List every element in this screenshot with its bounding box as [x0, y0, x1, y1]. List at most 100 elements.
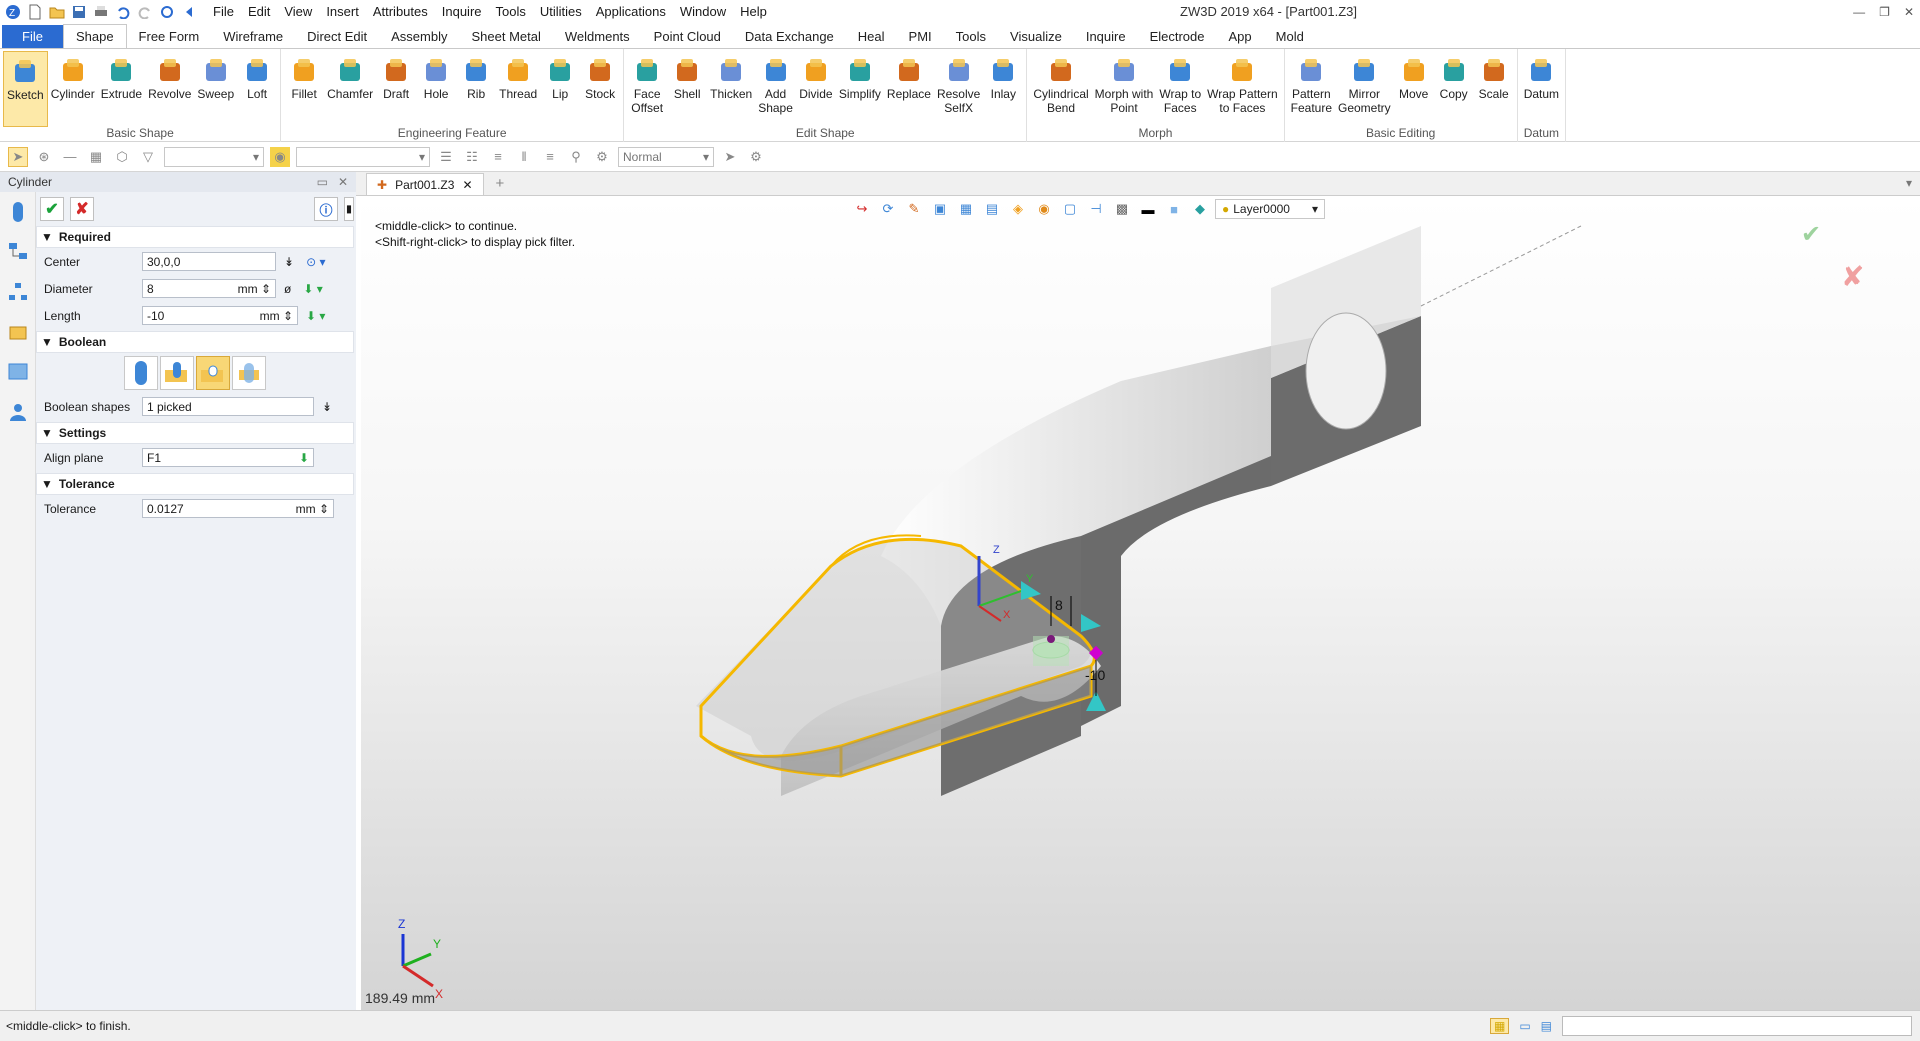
tab-inquire[interactable]: Inquire — [1074, 25, 1138, 49]
tab-list-icon[interactable]: ▾ — [1906, 176, 1912, 190]
scale-button[interactable]: Scale — [1474, 51, 1514, 127]
pin-panel-icon[interactable]: ▮ — [344, 197, 354, 221]
align-plane-field[interactable]: F1 ⬇ — [142, 448, 314, 467]
length-options-icon[interactable]: ⬇ ▾ — [306, 309, 325, 323]
menu-attributes[interactable]: Attributes — [366, 0, 435, 24]
cancel-button[interactable]: ✘ — [70, 197, 94, 221]
dimension-length[interactable]: -10 — [1085, 667, 1105, 683]
info-icon[interactable]: ⓘ — [314, 197, 338, 221]
loft-button[interactable]: Loft — [237, 51, 277, 127]
3d-viewport[interactable]: <middle-click> to continue. <Shift-right… — [361, 196, 1920, 1010]
revolve-button[interactable]: Revolve — [145, 51, 194, 127]
menu-view[interactable]: View — [277, 0, 319, 24]
settings-gear-icon[interactable]: ⚙ — [592, 147, 612, 167]
funnel-icon[interactable]: ▽ — [138, 147, 158, 167]
new-tab-icon[interactable]: + — [496, 175, 505, 192]
boolean-add-icon[interactable] — [160, 356, 194, 390]
dimension-diameter[interactable]: 8 — [1055, 597, 1063, 613]
align-icon[interactable]: ☰ — [436, 147, 456, 167]
hole-button[interactable]: Hole — [416, 51, 456, 127]
tab-heal[interactable]: Heal — [846, 25, 897, 49]
cursor-icon[interactable]: ➤ — [720, 147, 740, 167]
columns-icon[interactable]: ‖ — [514, 147, 534, 167]
wrap-faces-button[interactable]: Wrap to Faces — [1156, 51, 1204, 127]
tab-app[interactable]: App — [1217, 25, 1264, 49]
diameter-symbol-icon[interactable]: ø — [284, 282, 291, 296]
panel-float-icon[interactable]: ▭ — [317, 175, 328, 189]
hexagon-icon[interactable]: ⬡ — [112, 147, 132, 167]
cylinder-tool-icon[interactable] — [0, 192, 36, 232]
diameter-field[interactable]: 8 mm ⇕ — [142, 279, 276, 298]
panel-close-icon[interactable]: ✕ — [338, 175, 348, 189]
tab-weldments[interactable]: Weldments — [553, 25, 642, 49]
replace-button[interactable]: Replace — [884, 51, 934, 127]
boolean-base-icon[interactable] — [124, 356, 158, 390]
tab-direct-edit[interactable]: Direct Edit — [295, 25, 379, 49]
menu-edit[interactable]: Edit — [241, 0, 277, 24]
save-icon[interactable] — [70, 3, 88, 21]
select-pointer-icon[interactable]: ➤ — [8, 146, 28, 167]
tolerance-field[interactable]: 0.0127 mm ⇕ — [142, 499, 334, 518]
divide-button[interactable]: Divide — [796, 51, 836, 127]
history-tree-icon[interactable] — [0, 232, 36, 272]
clamp-part[interactable]: Z X Y — [696, 225, 1582, 796]
tab-visualize[interactable]: Visualize — [998, 25, 1074, 49]
chamfer-button[interactable]: Chamfer — [324, 51, 376, 127]
filter-icon[interactable]: ⊛ — [34, 147, 54, 167]
smart-pick-icon[interactable]: ◉ — [270, 146, 290, 167]
diameter-options-icon[interactable]: ⬇ ▾ — [303, 282, 322, 296]
assembly-tree-icon[interactable] — [0, 272, 36, 312]
tab-assembly[interactable]: Assembly — [379, 25, 459, 49]
tab-point-cloud[interactable]: Point Cloud — [642, 25, 733, 49]
ok-button[interactable]: ✔ — [40, 197, 64, 221]
extrude-button[interactable]: Extrude — [98, 51, 145, 127]
move-button[interactable]: Move — [1394, 51, 1434, 127]
filter-level-dropdown[interactable]: Normal ▾ — [618, 146, 714, 167]
pick-dropdown[interactable]: ▾ — [296, 146, 430, 167]
doc-tab-close-icon[interactable]: ✕ — [462, 178, 472, 192]
draft-button[interactable]: Draft — [376, 51, 416, 127]
stock-button[interactable]: Stock — [580, 51, 620, 127]
status-input[interactable] — [1562, 1016, 1912, 1036]
copy-button[interactable]: Copy — [1434, 51, 1474, 127]
part-library-icon[interactable] — [0, 312, 36, 352]
fillet-button[interactable]: Fillet — [284, 51, 324, 127]
cylinder-button[interactable]: Cylinder — [48, 51, 98, 127]
print-icon[interactable] — [92, 3, 110, 21]
tab-electrode[interactable]: Electrode — [1138, 25, 1217, 49]
redo-icon[interactable] — [136, 3, 154, 21]
menu-insert[interactable]: Insert — [319, 0, 366, 24]
image-library-icon[interactable] — [0, 352, 36, 392]
stack-icon[interactable]: ☷ — [462, 147, 482, 167]
list-icon[interactable]: ≡ — [488, 147, 508, 167]
tab-file[interactable]: File — [2, 25, 63, 49]
grid-icon[interactable]: ▦ — [86, 147, 106, 167]
center-expand-icon[interactable]: ↡ — [284, 255, 294, 269]
boolean-intersect-icon[interactable] — [232, 356, 266, 390]
point-picker-icon[interactable]: ⊙ ▾ — [306, 255, 325, 269]
menu-tools[interactable]: Tools — [489, 0, 533, 24]
resolve-selfx-button[interactable]: Resolve SelfX — [934, 51, 983, 127]
cylindrical-bend-button[interactable]: Cylindrical Bend — [1030, 51, 1091, 127]
align-plane-pick-icon[interactable]: ⬇ — [299, 451, 309, 465]
tab-sheet-metal[interactable]: Sheet Metal — [460, 25, 553, 49]
section-required[interactable]: ▼ Required — [36, 226, 354, 248]
menu-inquire[interactable]: Inquire — [435, 0, 489, 24]
minus-icon[interactable]: — — [60, 147, 80, 167]
undo-icon[interactable] — [114, 3, 132, 21]
morph-point-button[interactable]: Morph with Point — [1092, 51, 1157, 127]
restore-icon[interactable]: ❐ — [1879, 0, 1890, 24]
tab-shape[interactable]: Shape — [62, 24, 127, 50]
doc-tab-part001[interactable]: ✚ Part001.Z3 ✕ — [366, 173, 484, 195]
tab-wireframe[interactable]: Wireframe — [211, 25, 295, 49]
center-field[interactable]: 30,0,0 — [142, 252, 276, 271]
gear-small-icon[interactable]: ⚙ — [746, 147, 766, 167]
pin-icon[interactable]: ⚲ — [566, 147, 586, 167]
rib-button[interactable]: Rib — [456, 51, 496, 127]
tab-data-exchange[interactable]: Data Exchange — [733, 25, 846, 49]
menu-utilities[interactable]: Utilities — [533, 0, 589, 24]
user-icon[interactable] — [0, 392, 36, 432]
boolean-shapes-expand-icon[interactable]: ↡ — [322, 400, 332, 414]
open-file-icon[interactable] — [48, 3, 66, 21]
mirror-geometry-button[interactable]: Mirror Geometry — [1335, 51, 1394, 127]
